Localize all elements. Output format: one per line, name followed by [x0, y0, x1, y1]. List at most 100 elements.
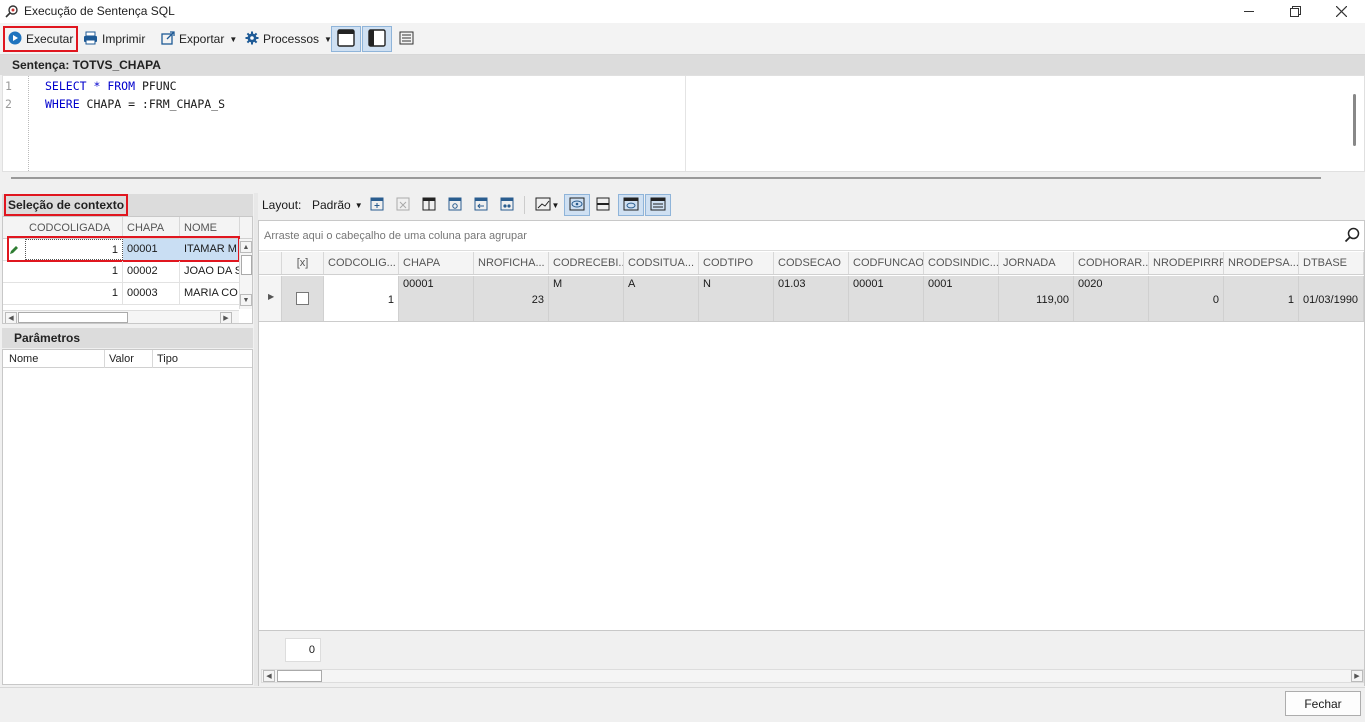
cell-value: 0001 — [924, 276, 999, 321]
sql-keyword: FROM — [107, 79, 136, 93]
chart-button[interactable]: ▼ — [532, 194, 562, 216]
group-by-area[interactable]: Arraste aqui o cabeçalho de uma coluna p… — [259, 221, 1364, 251]
column-header[interactable]: Tipo — [153, 350, 252, 368]
play-icon — [8, 31, 22, 48]
column-header[interactable]: CODRECEBI... — [549, 252, 624, 274]
grid-lines-toggle[interactable] — [645, 194, 671, 216]
layout-dropdown[interactable]: Padrão ▼ — [312, 198, 363, 212]
column-header[interactable]: Nome — [5, 350, 105, 368]
gear-icon — [245, 31, 259, 48]
results-horizontal-scrollbar[interactable]: ◀ ▶ — [261, 669, 1364, 683]
print-button[interactable]: Imprimir — [80, 28, 148, 50]
sql-app-icon — [5, 4, 19, 21]
layout-top-toggle[interactable] — [331, 26, 361, 52]
results-toolbar: Layout: Padrão ▼ ▼ — [258, 192, 1365, 218]
search-icon[interactable] — [1344, 227, 1360, 246]
context-title: Seleção de contexto — [3, 194, 129, 216]
export-icon — [161, 30, 175, 48]
layout-left-icon — [368, 28, 386, 50]
split-horizontal-button[interactable] — [592, 194, 614, 216]
cell-value: 119,00 — [999, 276, 1074, 321]
table-row[interactable]: 1 00003 MARIA CO — [3, 283, 240, 305]
sql-keyword: SELECT — [45, 79, 87, 93]
column-header[interactable]: CODCOLIG... — [324, 252, 399, 274]
new-layout-button[interactable] — [366, 194, 388, 216]
close-button[interactable]: Fechar — [1285, 691, 1361, 716]
scroll-right-arrow[interactable]: ▶ — [220, 312, 232, 323]
scroll-up-arrow[interactable]: ▲ — [240, 241, 252, 253]
column-header[interactable]: NROFICHA... — [474, 252, 549, 274]
table-row[interactable]: 1 00002 JOAO DA S — [3, 261, 240, 283]
cell-codcoligada: 1 — [25, 261, 123, 282]
preview-panel-toggle[interactable] — [618, 194, 644, 216]
column-header[interactable]: CHAPA — [399, 252, 474, 274]
columns-button[interactable] — [418, 194, 440, 216]
scroll-thumb[interactable] — [277, 670, 322, 682]
minimize-button[interactable] — [1226, 0, 1272, 23]
column-header[interactable]: CODSINDIC... — [924, 252, 999, 274]
details-view-button[interactable] — [396, 28, 417, 50]
cell-value: 00001 — [399, 276, 474, 321]
import-layout-button[interactable] — [470, 194, 492, 216]
table-row[interactable]: ▶ 1 00001 23 M A N 01.03 00001 0001 119,… — [259, 276, 1364, 322]
row-indicator: ▶ — [259, 276, 282, 321]
row-select-cell[interactable] — [282, 276, 324, 321]
sql-text: PFUNC — [135, 79, 177, 93]
context-header: Seleção de contexto — [2, 194, 253, 216]
preview-toggle[interactable] — [564, 194, 590, 216]
execute-label: Executar — [26, 32, 74, 46]
restore-button[interactable] — [1272, 0, 1318, 23]
delete-layout-icon — [396, 197, 410, 214]
column-header[interactable]: NRODEPSA... — [1224, 252, 1299, 274]
context-vertical-scrollbar[interactable]: ▲ ▼ — [239, 239, 252, 309]
record-count: 0 — [285, 638, 321, 662]
link-layout-button[interactable] — [496, 194, 518, 216]
scroll-right-arrow[interactable]: ▶ — [1351, 670, 1363, 682]
export-button[interactable]: Exportar ▼ — [158, 28, 240, 50]
column-header[interactable]: NRODEPIRRF — [1149, 252, 1224, 274]
line-number: 1 — [5, 79, 12, 93]
parameters-header: Parâmetros — [2, 328, 253, 348]
sql-editor[interactable]: 1 SELECT * FROM PFUNC 2 WHERE CHAPA = :F… — [2, 75, 1365, 179]
editor-vertical-scrollbar[interactable] — [1353, 94, 1356, 146]
column-header[interactable]: JORNADA — [999, 252, 1074, 274]
column-header-check[interactable]: [x] — [282, 252, 324, 274]
column-header[interactable]: DTBASE — [1299, 252, 1364, 274]
eye-icon — [569, 197, 585, 214]
import-icon — [474, 197, 488, 214]
scroll-down-arrow[interactable]: ▼ — [240, 294, 252, 306]
editor-gutter-divider — [28, 76, 29, 171]
cell-chapa: 00002 — [123, 261, 180, 282]
column-header[interactable]: CODSECAO — [774, 252, 849, 274]
column-header[interactable]: Valor — [105, 350, 153, 368]
window-title: Execução de Sentença SQL — [24, 4, 175, 18]
column-header[interactable]: NOME — [180, 217, 240, 239]
cell-value: N — [699, 276, 774, 321]
cell-chapa: 00003 — [123, 283, 180, 304]
grid-lines-icon — [650, 197, 666, 214]
layout-settings-button[interactable] — [444, 194, 466, 216]
column-header[interactable]: CODHORAR... — [1074, 252, 1149, 274]
sql-text: CHAPA = :FRM_CHAPA_S — [79, 97, 226, 111]
parameters-grid: Nome Valor Tipo — [2, 349, 253, 685]
processes-button[interactable]: Processos ▼ — [242, 28, 335, 50]
scroll-thumb[interactable] — [18, 312, 128, 323]
print-label: Imprimir — [102, 32, 146, 46]
editor-horizontal-scrollbar[interactable] — [11, 177, 1321, 179]
layout-left-toggle[interactable] — [362, 26, 392, 52]
column-header[interactable]: CODFUNCAO — [849, 252, 924, 274]
scroll-thumb[interactable] — [241, 255, 252, 275]
column-header[interactable]: CODCOLIGADA — [25, 217, 123, 239]
column-header[interactable]: CODTIPO — [699, 252, 774, 274]
scroll-left-arrow[interactable]: ◀ — [263, 670, 275, 682]
context-horizontal-scrollbar[interactable]: ◀ ▶ — [3, 310, 239, 323]
scroll-left-arrow[interactable]: ◀ — [5, 312, 17, 323]
row-checkbox[interactable] — [296, 292, 309, 305]
close-window-button[interactable] — [1318, 0, 1364, 23]
eye-panel-icon — [623, 197, 639, 214]
toolbar-separator — [524, 196, 525, 214]
column-header[interactable]: CODSITUA... — [624, 252, 699, 274]
execute-button[interactable]: Executar — [2, 26, 79, 52]
column-header[interactable]: CHAPA — [123, 217, 180, 239]
delete-layout-button[interactable] — [392, 194, 414, 216]
